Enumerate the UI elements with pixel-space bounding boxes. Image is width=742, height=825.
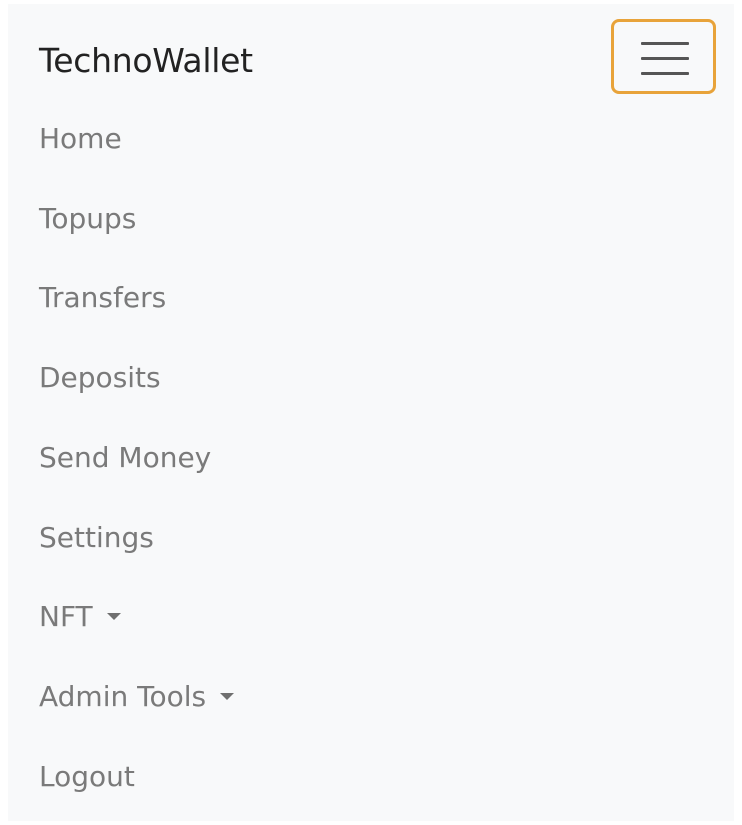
navbar-toggler-button[interactable] <box>611 19 716 94</box>
nav-item-topups[interactable]: Topups <box>39 197 136 241</box>
nav-item-label: Transfers <box>39 281 167 314</box>
nav-item-home[interactable]: Home <box>39 117 122 161</box>
caret-down-icon <box>220 692 235 700</box>
nav-item-nft-dropdown[interactable]: NFT <box>39 595 121 639</box>
hamburger-icon <box>641 42 689 76</box>
nav-item-label: Admin Tools <box>39 680 207 713</box>
nav-item-label: Logout <box>39 760 135 793</box>
nav-item-transfers[interactable]: Transfers <box>39 276 166 320</box>
caret-down-icon <box>106 612 121 620</box>
nav-item-label: Settings <box>39 521 154 554</box>
nav-item-settings[interactable]: Settings <box>39 516 154 560</box>
brand-link[interactable]: TechnoWallet <box>39 38 253 84</box>
nav-item-label: NFT <box>39 600 93 633</box>
nav-item-label: Topups <box>39 202 137 235</box>
navbar: TechnoWallet Home Topups Transfers Depos… <box>8 4 734 821</box>
nav-item-deposits[interactable]: Deposits <box>39 356 161 400</box>
nav-item-send-money[interactable]: Send Money <box>39 436 211 480</box>
nav-item-admin-tools-dropdown[interactable]: Admin Tools <box>39 675 235 719</box>
nav-item-label: Deposits <box>39 361 161 394</box>
nav-item-label: Send Money <box>39 441 212 474</box>
nav-item-label: Home <box>39 122 122 155</box>
nav-item-logout[interactable]: Logout <box>39 755 135 799</box>
